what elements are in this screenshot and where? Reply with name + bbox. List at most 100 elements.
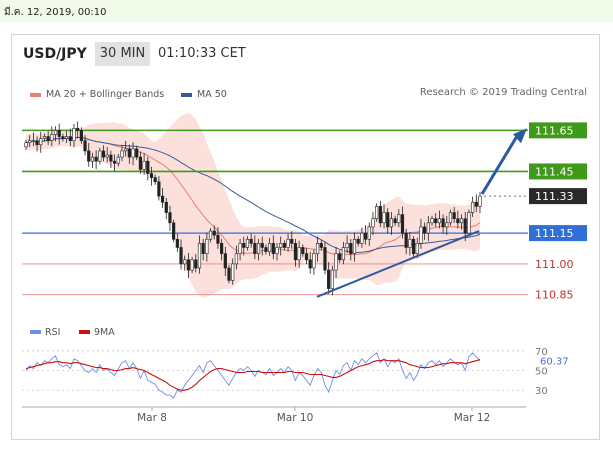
legend-swatch-0 bbox=[30, 93, 41, 97]
candle-body bbox=[153, 177, 157, 183]
projection-arrow-shaft bbox=[480, 133, 520, 195]
candle-body bbox=[179, 247, 183, 265]
candle-body bbox=[57, 130, 61, 137]
candle-body bbox=[253, 243, 257, 254]
candle-body bbox=[227, 267, 231, 281]
candle-body bbox=[231, 263, 235, 281]
candle-body bbox=[400, 214, 405, 234]
candle-body bbox=[94, 156, 98, 162]
candle-body bbox=[28, 140, 32, 144]
candle-body bbox=[452, 212, 456, 220]
candle-body bbox=[434, 218, 438, 224]
candle-body bbox=[315, 243, 320, 254]
candle-body bbox=[216, 234, 220, 244]
candle-body bbox=[264, 247, 268, 252]
candle-body bbox=[341, 247, 346, 261]
candle-body bbox=[256, 243, 261, 254]
candle-body bbox=[448, 212, 453, 224]
candle-body bbox=[415, 243, 419, 254]
rsi-value-label: 60.37 bbox=[540, 356, 569, 367]
candle-body bbox=[146, 160, 150, 174]
candle-body bbox=[98, 150, 102, 162]
rsi-tick-2: 30 bbox=[535, 386, 548, 397]
candle-body bbox=[183, 259, 187, 265]
rsi-legend-swatch-1 bbox=[79, 330, 90, 334]
candle-body bbox=[352, 238, 357, 254]
candle-body bbox=[367, 226, 371, 240]
candle-body bbox=[131, 148, 135, 158]
candle-body bbox=[345, 243, 349, 248]
candle-body bbox=[471, 201, 475, 213]
candle-body bbox=[46, 136, 50, 141]
level-label-0: 111.65 bbox=[535, 124, 574, 137]
candle-body bbox=[79, 130, 83, 141]
candle-body bbox=[319, 243, 323, 248]
candle-body bbox=[120, 150, 124, 158]
candle-body bbox=[474, 201, 478, 207]
candle-body bbox=[245, 238, 250, 248]
candle-body bbox=[149, 173, 154, 178]
rsi-legend-swatch-0 bbox=[30, 330, 41, 334]
candle-body bbox=[90, 156, 95, 162]
candle-body bbox=[208, 230, 213, 240]
candle-body bbox=[301, 247, 305, 254]
candle-body bbox=[164, 201, 168, 213]
candle-body bbox=[327, 269, 331, 289]
candle-body bbox=[393, 218, 397, 224]
candle-body bbox=[334, 253, 338, 271]
candle-body bbox=[31, 140, 35, 142]
candle-body bbox=[160, 195, 165, 203]
candle-body bbox=[157, 181, 161, 197]
x-tick-label-1: Mar 10 bbox=[277, 412, 314, 424]
candle-body bbox=[50, 134, 54, 141]
candle-body bbox=[286, 238, 290, 248]
candle-body bbox=[201, 243, 205, 254]
candle-body bbox=[61, 136, 65, 139]
candle-body bbox=[205, 238, 209, 254]
candle-body bbox=[186, 259, 191, 271]
candle-body bbox=[242, 243, 246, 248]
candle-body bbox=[382, 212, 386, 224]
candle-body bbox=[175, 238, 179, 248]
candle-body bbox=[53, 130, 58, 135]
candle-body bbox=[426, 222, 430, 234]
candle-body bbox=[212, 230, 216, 236]
candle-body bbox=[124, 148, 128, 152]
legend-label-0: MA 20 + Bollinger Bands bbox=[46, 89, 164, 100]
candle-body bbox=[24, 142, 28, 148]
candle-body bbox=[404, 232, 408, 248]
candle-body bbox=[197, 243, 202, 269]
candle-body bbox=[441, 218, 445, 228]
rsi-tick-1: 50 bbox=[535, 367, 548, 378]
candle-body bbox=[378, 206, 382, 224]
candle-body bbox=[308, 259, 312, 269]
candle-body bbox=[304, 253, 309, 261]
candle-body bbox=[127, 148, 131, 158]
candle-body bbox=[249, 238, 253, 244]
candle-body bbox=[190, 259, 194, 271]
candle-body bbox=[363, 232, 368, 240]
candle-body bbox=[312, 253, 316, 269]
candle-body bbox=[135, 148, 139, 158]
candle-body bbox=[290, 238, 294, 244]
candle-body bbox=[293, 243, 298, 261]
candle-body bbox=[238, 243, 242, 254]
candle-body bbox=[101, 150, 106, 158]
candle-body bbox=[445, 222, 449, 228]
candle-body bbox=[194, 259, 198, 269]
candle-body bbox=[234, 253, 238, 265]
candle-body bbox=[260, 243, 264, 248]
candle-body bbox=[220, 243, 224, 254]
level-label-3: 111.15 bbox=[535, 227, 574, 240]
candle-body bbox=[282, 243, 286, 248]
candle-body bbox=[297, 247, 301, 261]
candle-body bbox=[42, 136, 47, 139]
candle-body bbox=[39, 138, 43, 146]
candle-body bbox=[142, 160, 146, 170]
candle-body bbox=[386, 212, 390, 228]
candle-body bbox=[356, 238, 360, 244]
rsi-legend-label-0: RSI bbox=[45, 327, 60, 338]
candle-body bbox=[338, 253, 342, 261]
candle-body bbox=[279, 243, 283, 248]
candle-body bbox=[360, 232, 364, 244]
